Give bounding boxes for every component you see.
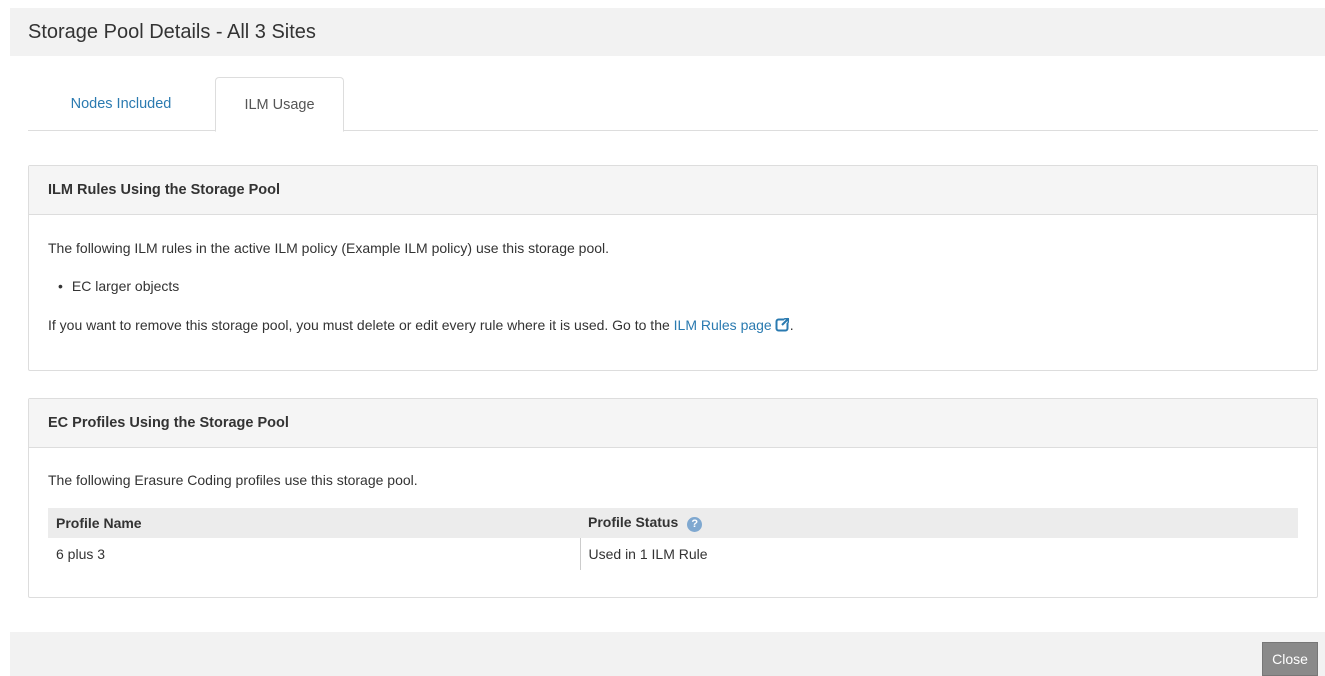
modal-title: Storage Pool Details - All 3 Sites	[28, 20, 316, 43]
column-header-profile-status[interactable]: Profile Status?	[580, 508, 1298, 538]
ec-profiles-panel: EC Profiles Using the Storage Pool The f…	[28, 398, 1318, 598]
profile-name-cell: 6 plus 3	[48, 538, 581, 570]
ec-profiles-panel-heading: EC Profiles Using the Storage Pool	[29, 399, 1317, 448]
ilm-rule-item: EC larger objects	[58, 278, 179, 294]
close-button[interactable]: Close	[1262, 642, 1318, 676]
column-header-profile-status-label: Profile Status	[588, 514, 679, 530]
remove-note-trailing: .	[789, 317, 794, 333]
tab-nodes-included[interactable]: Nodes Included	[28, 77, 214, 131]
tab-bar: Nodes Included ILM Usage	[28, 77, 1318, 132]
modal-header: Storage Pool Details - All 3 Sites	[10, 8, 1325, 56]
column-header-profile-name[interactable]: Profile Name	[48, 508, 580, 538]
table-row: 6 plus 3 Used in 1 ILM Rule	[48, 538, 1298, 570]
modal-footer: Close	[10, 632, 1325, 676]
ilm-rules-intro: The following ILM rules in the active IL…	[48, 240, 610, 256]
profile-status-cell: Used in 1 ILM Rule	[588, 546, 708, 562]
ec-profiles-intro: The following Erasure Coding profiles us…	[48, 472, 418, 488]
question-circle-icon[interactable]: ?	[687, 517, 703, 532]
ilm-rules-panel: ILM Rules Using the Storage Pool The fol…	[28, 165, 1318, 371]
tab-ilm-usage[interactable]: ILM Usage	[215, 77, 344, 132]
remove-note: If you want to remove this storage pool,…	[48, 317, 794, 333]
remove-note-text: If you want to remove this storage pool,…	[48, 317, 674, 333]
ec-profiles-table: Profile Name Profile Status? 6 plus 3 Us…	[48, 508, 1298, 570]
ilm-rules-page-link-label: ILM Rules page	[673, 317, 772, 333]
ilm-rules-page-link[interactable]: ILM Rules page	[674, 317, 790, 333]
table-header-row: Profile Name Profile Status?	[48, 508, 1298, 538]
ilm-rules-panel-heading: ILM Rules Using the Storage Pool	[29, 166, 1317, 215]
external-link-icon	[775, 317, 790, 332]
